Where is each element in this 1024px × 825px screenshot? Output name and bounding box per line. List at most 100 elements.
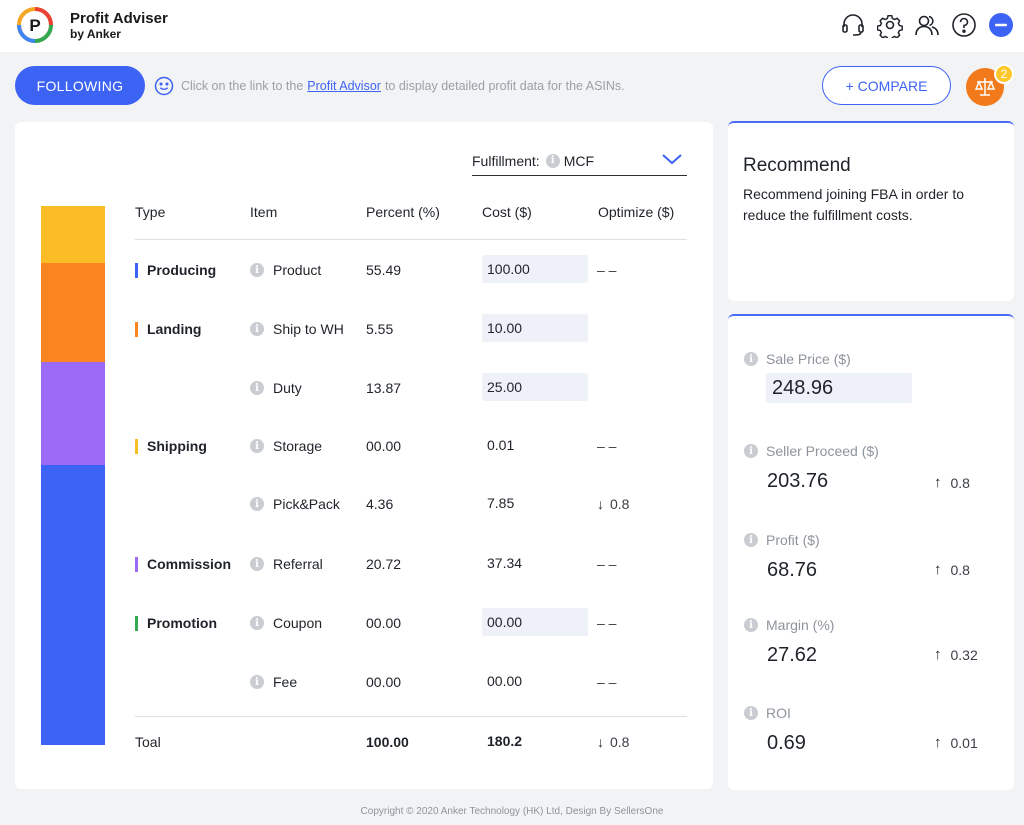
hint-prefix: Click on the link to the	[181, 79, 304, 93]
recommend-title: Recommend	[743, 155, 851, 176]
item-cell: i Ship to WH	[250, 321, 344, 337]
table-row: i Pick&Pack 4.36 7.85 ↓ 0.8	[15, 489, 713, 519]
arrow-up-icon: ↑	[934, 734, 942, 751]
optimize-cell: – –	[597, 556, 617, 572]
delta-value: 0.01	[950, 734, 978, 751]
gear-icon[interactable]	[877, 12, 903, 38]
item-label: Product	[273, 262, 322, 278]
item-cell: i Product	[250, 262, 321, 278]
metric-value: 27.62	[767, 644, 818, 666]
info-icon[interactable]: i	[744, 618, 758, 632]
column-header-optimize: Optimize ($)	[598, 204, 675, 220]
type-cell: Commission	[135, 556, 231, 572]
column-header-cost: Cost ($)	[482, 204, 532, 220]
following-button[interactable]: FOLLOWING	[15, 66, 145, 105]
type-marker	[135, 556, 138, 572]
minimize-icon[interactable]	[988, 12, 1014, 38]
arrow-down-icon: ↓	[597, 496, 604, 512]
item-label: Referral	[273, 556, 323, 572]
metric-delta: ↑ 0.8	[934, 474, 970, 491]
metric-profit: i Profit ($) 68.76 ↑ 0.8	[744, 532, 1002, 581]
fulfillment-label: Fulfillment:	[472, 152, 540, 169]
column-header-percent: Percent (%)	[366, 204, 440, 220]
cost-breakdown-card: Fulfillment: i MCF Type Item Percent (%)…	[15, 122, 713, 789]
footer-copyright: Copyright © 2020 Anker Technology (HK) L…	[360, 806, 664, 817]
column-header-item: Item	[250, 204, 278, 220]
item-cell: i Fee	[250, 674, 297, 690]
metric-delta: ↑ 0.01	[934, 734, 978, 751]
delta-value: 0.8	[950, 561, 970, 578]
info-icon[interactable]: i	[250, 497, 264, 511]
table-row: Producing i Product 55.49 100.00 – –	[15, 255, 713, 285]
optimize-cell: – –	[597, 615, 617, 631]
info-icon[interactable]: i	[250, 557, 264, 571]
metric-label: ROI	[766, 705, 791, 721]
metric-label: Seller Proceed ($)	[766, 443, 879, 459]
type-cell: Shipping	[135, 438, 207, 454]
table-row: Landing i Ship to WH 5.55 10.00	[15, 314, 713, 344]
info-icon[interactable]: i	[250, 675, 264, 689]
total-divider	[135, 716, 687, 717]
item-cell: i Pick&Pack	[250, 496, 340, 512]
item-cell: i Coupon	[250, 615, 322, 631]
delta-value: 0.8	[950, 474, 970, 491]
info-icon: i	[545, 153, 560, 168]
info-icon[interactable]: i	[250, 263, 264, 277]
type-cell: Landing	[135, 321, 201, 337]
type-label: Promotion	[147, 615, 217, 631]
table-row: Shipping i Storage 00.00 0.01 – –	[15, 431, 713, 461]
item-label: Ship to WH	[273, 321, 344, 337]
type-cell: Producing	[135, 262, 216, 278]
percent-cell: 13.87	[366, 380, 402, 396]
fulfillment-select[interactable]: Fulfillment: i MCF	[472, 146, 687, 176]
header-divider	[135, 239, 687, 240]
app-subtitle: by Anker	[70, 27, 121, 41]
compare-button[interactable]: + COMPARE	[822, 66, 951, 105]
cost-input[interactable]: 00.00	[482, 608, 588, 636]
item-cell: i Storage	[250, 438, 322, 454]
profit-advisor-link[interactable]: Profit Advisor	[307, 79, 381, 93]
arrow-down-icon: ↓	[597, 734, 604, 750]
type-label: Shipping	[147, 438, 207, 454]
metric-delta: ↑ 0.8	[934, 561, 970, 578]
total-optimize: ↓ 0.8	[597, 734, 629, 750]
metrics-card: i Sale Price ($) 248.96 i Seller Proceed (…	[728, 314, 1014, 790]
metric-label: Profit ($)	[766, 532, 820, 548]
cost-input[interactable]: 10.00	[482, 314, 588, 342]
info-icon[interactable]: i	[744, 706, 758, 720]
logo-icon: P	[17, 7, 53, 43]
percent-cell: 00.00	[366, 615, 402, 631]
type-cell: Promotion	[135, 615, 217, 631]
info-icon[interactable]: i	[250, 381, 264, 395]
delta-value: 0.32	[950, 646, 978, 663]
optimize-value: 0.8	[610, 734, 630, 750]
cost-input[interactable]: 100.00	[482, 255, 588, 283]
smiley-icon	[154, 76, 174, 96]
sale-price-input[interactable]: 248.96	[766, 373, 912, 403]
item-label: Coupon	[273, 615, 323, 631]
table-row: Commission i Referral 20.72 37.34 – –	[15, 549, 713, 579]
total-label: Toal	[135, 734, 161, 750]
info-icon[interactable]: i	[250, 439, 264, 453]
info-icon[interactable]: i	[744, 444, 758, 458]
percent-cell: 55.49	[366, 262, 402, 278]
metric-roi: i ROI 0.69 ↑ 0.01	[744, 705, 1002, 754]
metric-value: 203.76	[767, 470, 829, 492]
type-label: Producing	[147, 262, 217, 278]
recommend-text: Recommend joining FBA in order to reduce…	[743, 186, 964, 223]
help-icon[interactable]	[951, 12, 977, 38]
app-header: P Profit Adviser by Anker	[0, 0, 1024, 52]
info-icon[interactable]: i	[250, 616, 264, 630]
cost-input[interactable]: 25.00	[482, 373, 588, 401]
headset-icon[interactable]	[840, 12, 866, 38]
table-row: i Fee 00.00 00.00 – –	[15, 667, 713, 697]
info-icon[interactable]: i	[250, 322, 264, 336]
type-marker	[135, 615, 138, 631]
users-icon[interactable]	[914, 12, 940, 38]
item-label: Duty	[273, 380, 302, 396]
info-icon[interactable]: i	[744, 352, 758, 366]
item-label: Pick&Pack	[273, 496, 340, 512]
table-row: Promotion i Coupon 00.00 00.00 – –	[15, 608, 713, 638]
type-label: Commission	[147, 556, 232, 572]
info-icon[interactable]: i	[744, 533, 758, 547]
